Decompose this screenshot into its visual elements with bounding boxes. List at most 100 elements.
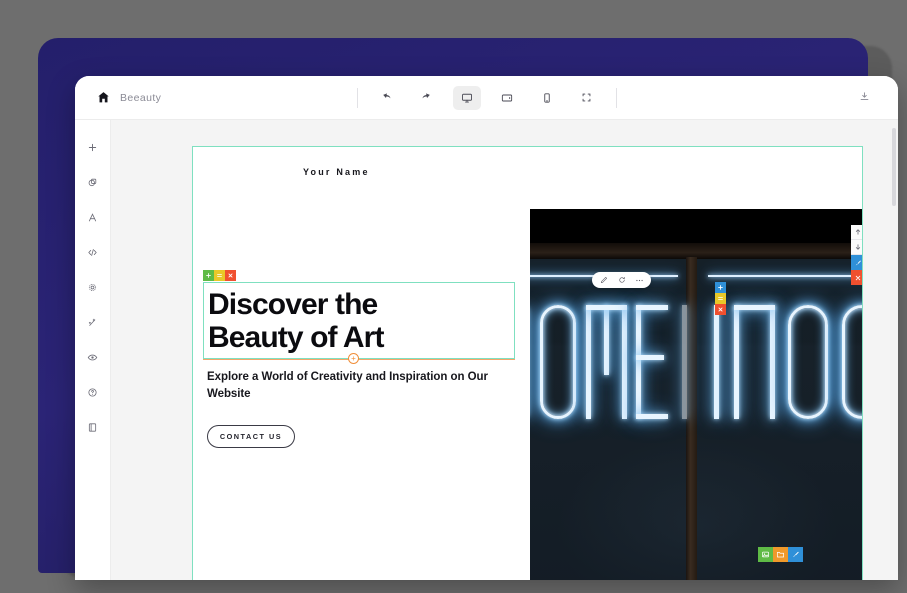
headline-block[interactable]: Discover the Beauty of Art bbox=[203, 282, 515, 360]
folder-icon bbox=[776, 551, 785, 558]
canvas-area[interactable]: Your Name Discover the Beauty of Art + E… bbox=[111, 120, 898, 580]
pages-icon bbox=[87, 422, 98, 433]
desktop-icon bbox=[461, 92, 473, 104]
delete-section-button[interactable] bbox=[225, 270, 236, 281]
left-sidebar bbox=[75, 120, 111, 580]
sidebar-item-pages[interactable] bbox=[82, 416, 104, 438]
tablet-landscape-icon bbox=[501, 92, 513, 104]
resize-handle[interactable]: + bbox=[348, 353, 359, 364]
headline-line-1: Discover the bbox=[208, 288, 378, 321]
section-edit-badges bbox=[203, 270, 236, 281]
text-block-edit-badges bbox=[715, 282, 726, 315]
neon-letter-e-stem bbox=[636, 305, 641, 419]
undo-icon bbox=[381, 92, 392, 103]
site-logo: Your Name bbox=[303, 167, 370, 177]
arrow-up-icon bbox=[855, 229, 860, 235]
tablet-view-button[interactable] bbox=[493, 86, 521, 110]
style-block-button[interactable] bbox=[851, 255, 862, 270]
move-text-block-button[interactable] bbox=[715, 293, 726, 304]
resize-guide-line bbox=[203, 359, 515, 360]
neon-letter-i bbox=[714, 305, 719, 419]
element-float-toolbar bbox=[592, 272, 651, 288]
download-icon bbox=[859, 89, 870, 107]
neon-letter-g-second bbox=[842, 305, 862, 419]
add-block-button[interactable] bbox=[715, 282, 726, 293]
project-brand-block[interactable]: Beeauty bbox=[75, 91, 375, 105]
undo-button[interactable] bbox=[373, 86, 401, 110]
neon-letter-m-mid bbox=[604, 305, 609, 375]
neon-letter-e-bottom bbox=[636, 414, 668, 419]
mobile-icon bbox=[541, 92, 553, 104]
image-block-dock bbox=[851, 225, 862, 285]
neon-letter-n-left bbox=[734, 305, 739, 419]
canvas-scrollbar[interactable] bbox=[892, 128, 896, 206]
neon-letter-e-mid bbox=[636, 355, 664, 360]
drag-icon bbox=[217, 274, 222, 277]
sidebar-item-help[interactable] bbox=[82, 381, 104, 403]
plus-icon bbox=[206, 273, 211, 278]
redo-button[interactable] bbox=[413, 86, 441, 110]
redo-icon bbox=[421, 92, 432, 103]
hero-image-block[interactable] bbox=[530, 147, 862, 580]
home-icon[interactable] bbox=[97, 91, 111, 105]
move-section-button[interactable] bbox=[214, 270, 225, 281]
neon-letter-n-right bbox=[770, 305, 775, 419]
screenshot-scene: Beeauty Your Name Discover the Beauty of… bbox=[0, 0, 907, 593]
change-image-button[interactable] bbox=[758, 547, 773, 562]
sidebar-item-typography[interactable] bbox=[82, 206, 104, 228]
refresh-element-button[interactable] bbox=[617, 276, 626, 285]
hero-left-column bbox=[193, 147, 530, 580]
sidebar-item-code[interactable] bbox=[82, 241, 104, 263]
top-toolbar-right bbox=[852, 86, 876, 110]
add-section-button[interactable] bbox=[203, 270, 214, 281]
fullscreen-icon bbox=[581, 92, 592, 103]
drag-icon bbox=[718, 297, 723, 300]
open-media-library-button[interactable] bbox=[773, 547, 788, 562]
sidebar-item-add-block[interactable] bbox=[82, 136, 104, 158]
move-block-up-button[interactable] bbox=[851, 225, 862, 240]
neon-letter-m-right bbox=[622, 305, 627, 419]
page-preview-frame[interactable]: Your Name Discover the Beauty of Art + E… bbox=[192, 146, 863, 580]
download-button[interactable] bbox=[852, 86, 876, 110]
contact-us-button[interactable]: CONTACT US bbox=[207, 425, 295, 448]
sidebar-item-preview[interactable] bbox=[82, 346, 104, 368]
mobile-view-button[interactable] bbox=[533, 86, 561, 110]
brush-icon bbox=[855, 260, 861, 265]
toolbar-divider-right bbox=[615, 87, 617, 108]
neon-letter-n-diag bbox=[734, 305, 775, 310]
neon-letter-g-first bbox=[788, 305, 828, 419]
image-icon bbox=[762, 551, 769, 558]
brush-icon bbox=[792, 551, 799, 558]
page-title: Discover the Beauty of Art bbox=[208, 288, 510, 354]
neon-letter-o bbox=[540, 305, 576, 419]
eye-icon bbox=[87, 352, 98, 363]
site-header: Your Name bbox=[193, 147, 862, 209]
sidebar-item-settings[interactable] bbox=[82, 276, 104, 298]
sidebar-item-blocks[interactable] bbox=[82, 171, 104, 193]
neon-letter-e-top bbox=[636, 305, 668, 310]
more-options-button[interactable] bbox=[635, 276, 644, 285]
fullscreen-button[interactable] bbox=[573, 86, 601, 110]
workspace: Your Name Discover the Beauty of Art + E… bbox=[75, 120, 898, 580]
headline-line-2: Beauty of Art bbox=[208, 320, 384, 354]
viewport-toolbar bbox=[348, 76, 626, 119]
move-block-down-button[interactable] bbox=[851, 240, 862, 255]
desktop-view-button[interactable] bbox=[452, 85, 481, 110]
delete-block-button[interactable] bbox=[851, 270, 862, 285]
refresh-icon bbox=[618, 276, 625, 283]
edit-element-button[interactable] bbox=[599, 276, 608, 285]
pencil-icon bbox=[600, 276, 607, 284]
image-edit-badges bbox=[758, 547, 803, 562]
close-icon bbox=[718, 307, 723, 312]
style-image-button[interactable] bbox=[788, 547, 803, 562]
window-mullion bbox=[686, 257, 697, 580]
question-icon bbox=[87, 387, 98, 398]
neon-letter-m-left bbox=[586, 305, 591, 419]
gear-icon bbox=[87, 282, 98, 293]
top-toolbar: Beeauty bbox=[75, 76, 898, 120]
arrow-down-icon bbox=[855, 244, 860, 250]
sidebar-item-effects[interactable] bbox=[82, 311, 104, 333]
text-icon bbox=[87, 212, 98, 223]
delete-text-block-button[interactable] bbox=[715, 304, 726, 315]
neon-rail-top-right bbox=[708, 275, 862, 277]
